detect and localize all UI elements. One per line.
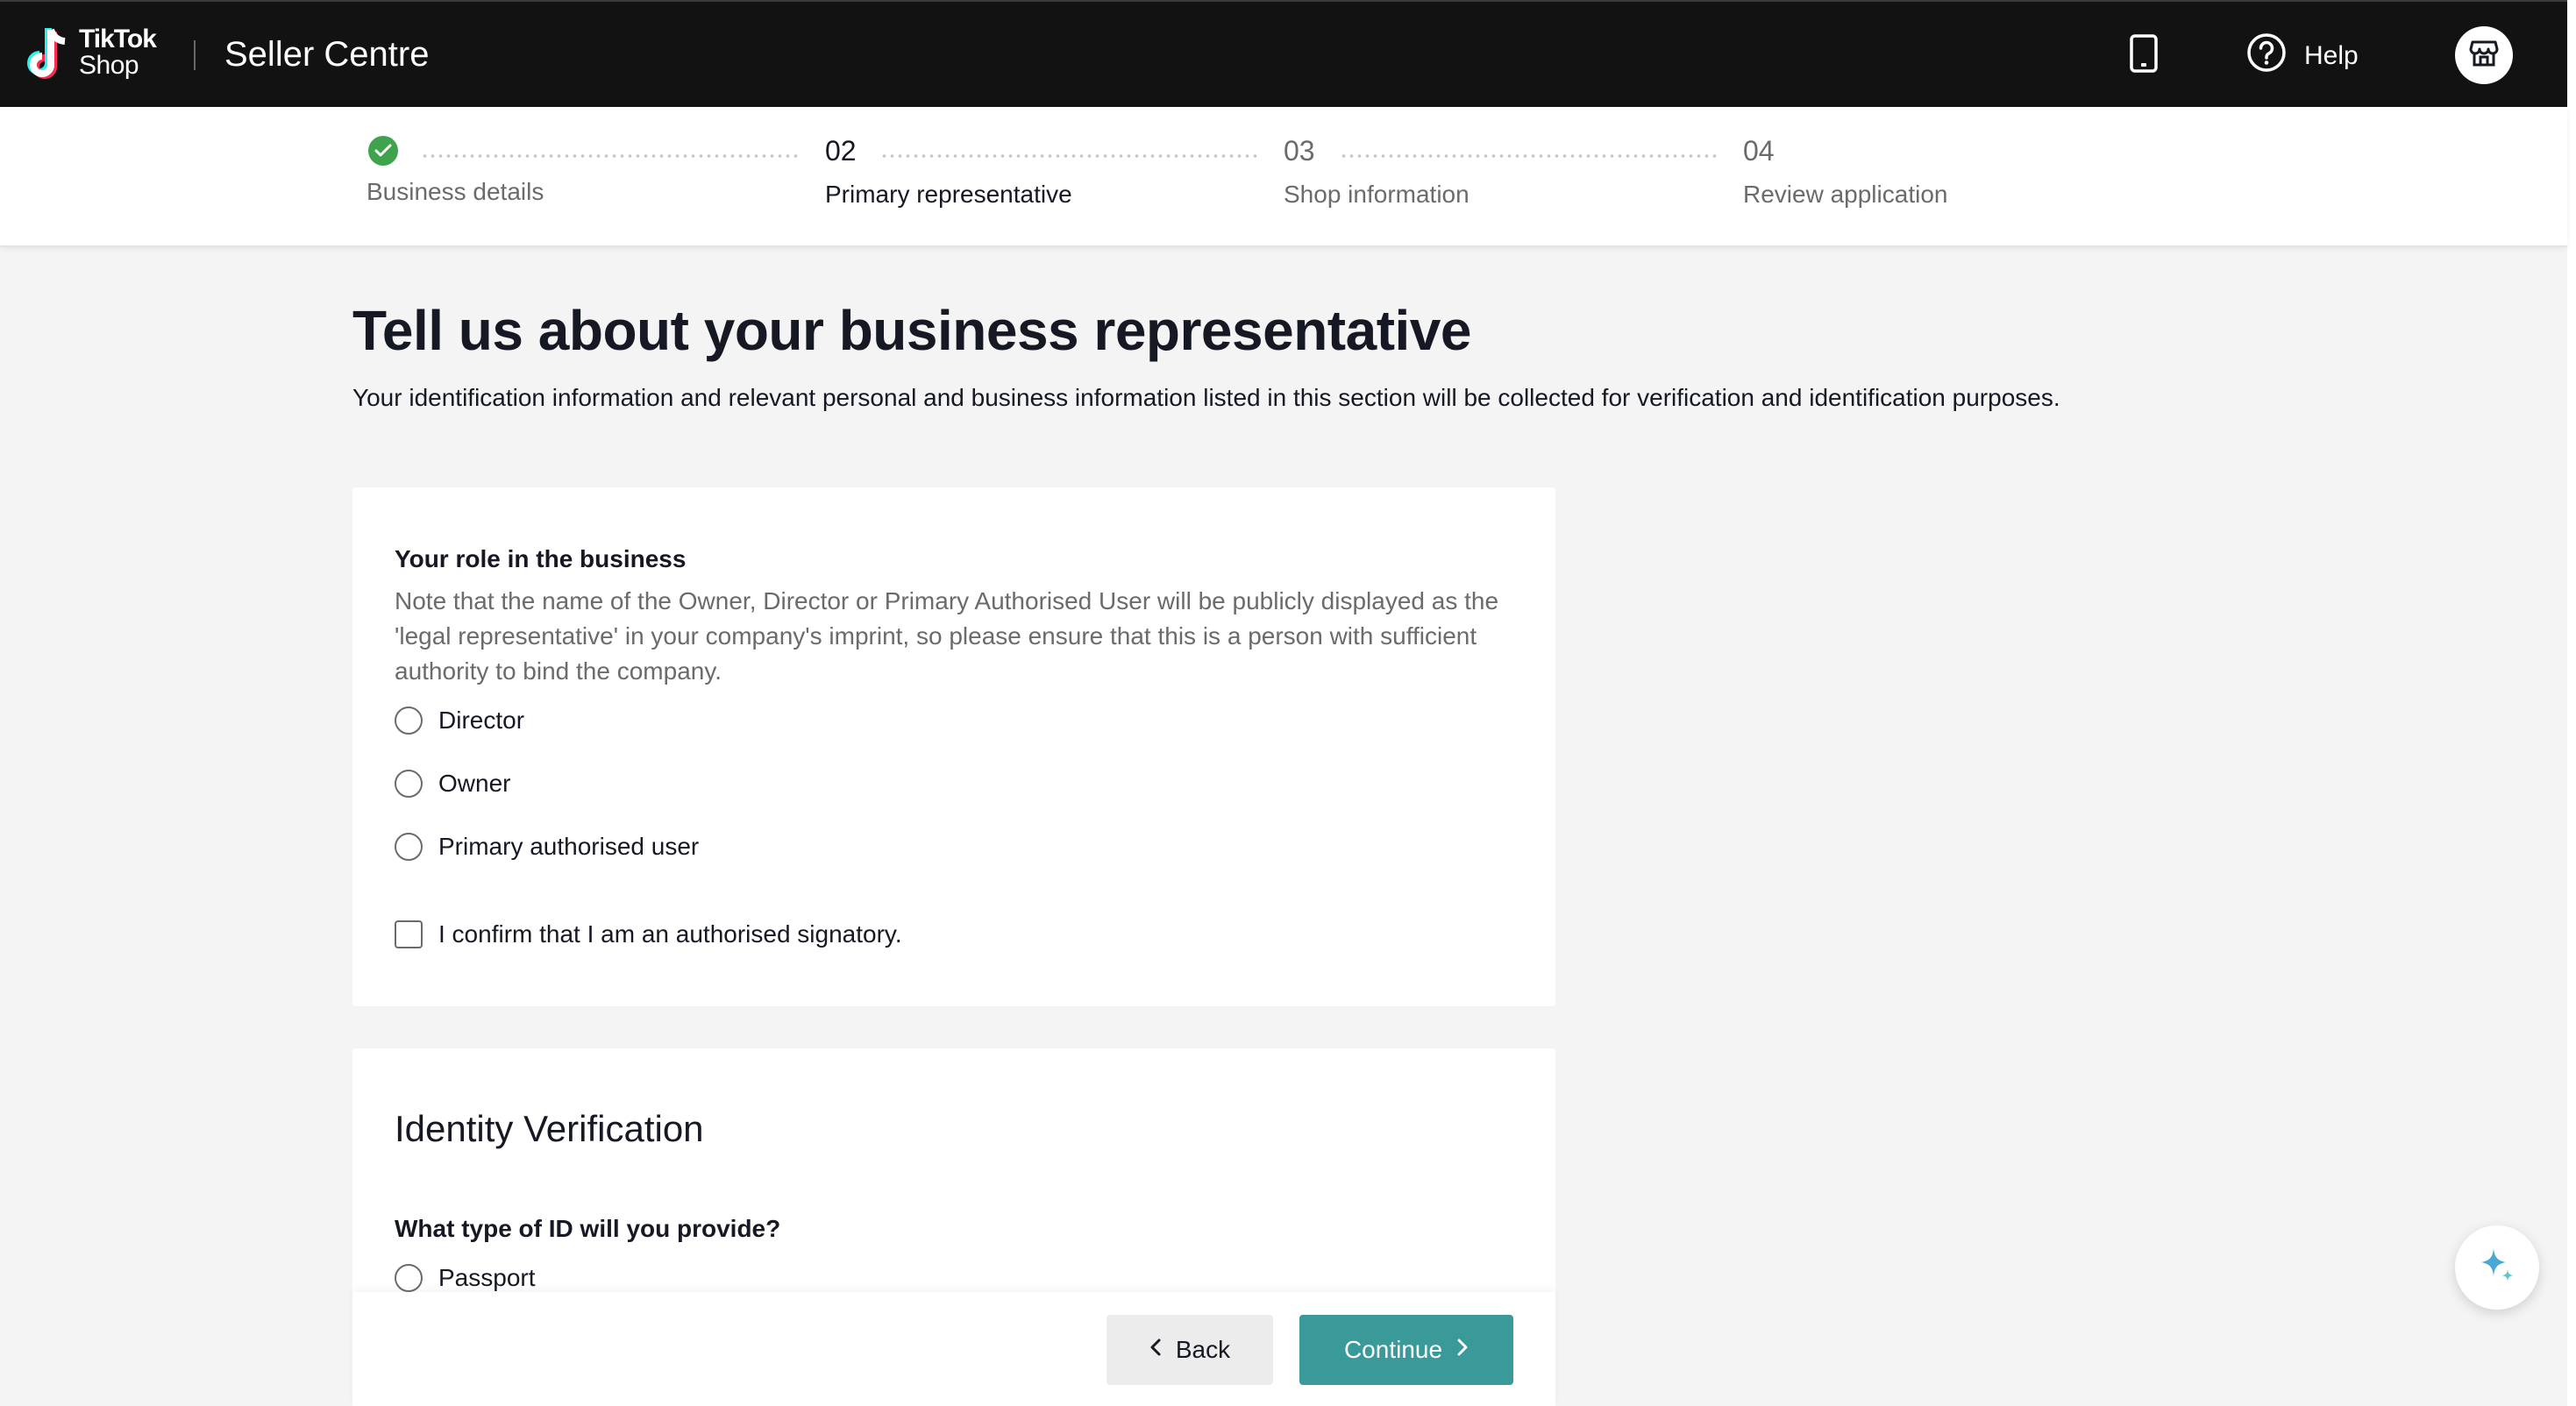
step-label: Review application (1743, 181, 1948, 208)
radio-button[interactable] (395, 707, 423, 735)
role-card: Your role in the business Note that the … (352, 487, 1555, 1006)
step-shop-information: 03 Shop information (1284, 133, 1469, 209)
logo-line-tiktok: TikTok (79, 25, 157, 53)
question-circle-icon (2246, 32, 2287, 80)
logo-line-shop: Shop (79, 51, 139, 80)
radio-button[interactable] (395, 833, 423, 861)
help-label: Help (2304, 41, 2359, 70)
role-note: Note that the name of the Owner, Directo… (395, 587, 1499, 685)
step-connector (421, 154, 798, 158)
tiktok-logo-icon[interactable] (25, 26, 77, 84)
sparkle-icon (2476, 1245, 2518, 1291)
role-question: Your role in the business (395, 545, 687, 572)
logo-divider (194, 40, 196, 70)
radio-label: Primary authorised user (438, 833, 700, 860)
radio-label: Owner (438, 770, 511, 797)
radio-label: Passport (438, 1264, 536, 1291)
radio-button[interactable] (395, 770, 423, 798)
mobile-phone-icon (2129, 33, 2159, 78)
step-label: Shop information (1284, 181, 1469, 208)
id-type-question: What type of ID will you provide? (395, 1215, 781, 1242)
step-number: 03 (1284, 135, 1315, 167)
role-option-primary-authorised-user[interactable]: Primary authorised user (395, 833, 699, 861)
id-option-passport[interactable]: Passport (395, 1264, 536, 1292)
ai-assistant-button[interactable] (2455, 1225, 2539, 1310)
role-option-director[interactable]: Director (395, 707, 524, 735)
page-subtitle: Your identification information and rele… (352, 384, 2060, 411)
store-icon (2468, 38, 2500, 74)
form-action-bar: Back Continue (352, 1292, 1555, 1406)
page-edge (2567, 0, 2576, 1406)
step-primary-representative[interactable]: 02 Primary representative (825, 133, 1072, 209)
continue-button[interactable]: Continue (1299, 1315, 1513, 1385)
step-number: 02 (825, 135, 857, 167)
authorised-signatory-confirm[interactable]: I confirm that I am an authorised signat… (395, 920, 902, 948)
step-label: Business details (366, 178, 544, 205)
page-title: Tell us about your business representati… (352, 299, 1471, 362)
identity-section-title: Identity Verification (395, 1108, 704, 1149)
chevron-right-icon (1456, 1338, 1469, 1363)
mobile-app-button[interactable] (2125, 33, 2162, 77)
step-review-application: 04 Review application (1743, 133, 1947, 209)
app-title: Seller Centre (224, 35, 430, 74)
store-account-button[interactable] (2455, 26, 2513, 84)
radio-label: Director (438, 707, 525, 734)
radio-button[interactable] (395, 1264, 423, 1292)
continue-button-label: Continue (1343, 1336, 1443, 1363)
role-option-owner[interactable]: Owner (395, 770, 510, 798)
step-complete-check-icon (368, 136, 398, 166)
step-business-details[interactable]: Business details (366, 133, 544, 206)
logo-wordmark[interactable]: TikTok Shop (79, 25, 157, 80)
chevron-left-icon (1149, 1338, 1162, 1363)
back-button-label: Back (1175, 1336, 1231, 1363)
help-button[interactable]: Help (2246, 32, 2359, 80)
step-label: Primary representative (825, 181, 1072, 208)
back-button[interactable]: Back (1107, 1315, 1273, 1385)
checkbox-label: I confirm that I am an authorised signat… (438, 920, 902, 948)
step-number: 04 (1743, 135, 1775, 167)
checkbox[interactable] (395, 920, 423, 948)
progress-stepper: Business details 02 Primary representati… (0, 107, 2567, 247)
top-navigation-bar: TikTok Shop Seller Centre Help (0, 0, 2576, 107)
step-connector (1340, 154, 1717, 158)
step-connector (880, 154, 1257, 158)
